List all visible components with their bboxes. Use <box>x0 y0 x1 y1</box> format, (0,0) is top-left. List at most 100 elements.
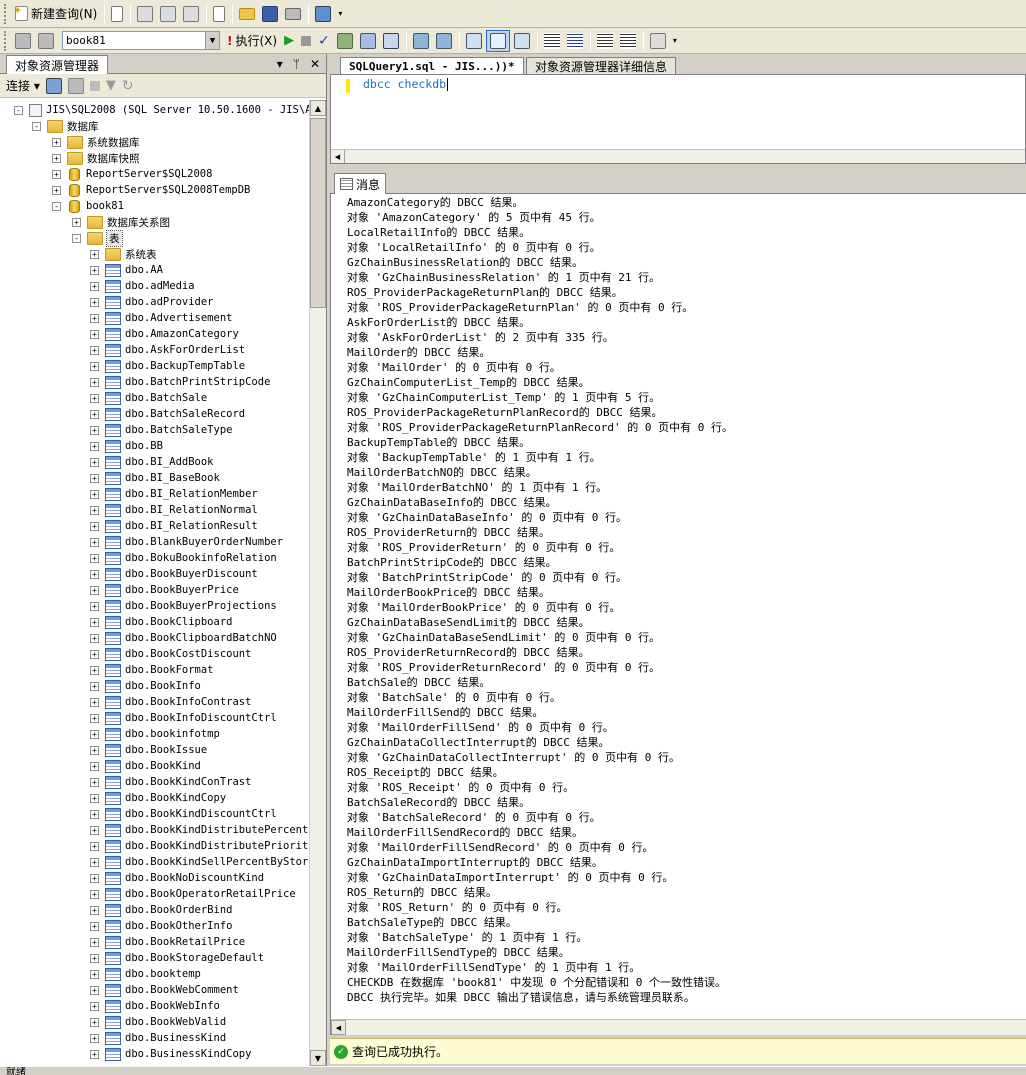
tree-node[interactable]: + dbo.BusinessKind <box>90 1030 226 1046</box>
expand-icon[interactable]: + <box>52 169 61 179</box>
comment-button[interactable] <box>541 30 563 52</box>
collapse-icon[interactable]: - <box>52 201 61 211</box>
print-button[interactable] <box>282 3 304 25</box>
tree-node[interactable]: + dbo.BookKind <box>90 758 201 774</box>
disconnect-server-icon[interactable] <box>67 77 84 94</box>
decrease-indent-button[interactable] <box>594 30 616 52</box>
expand-icon[interactable]: + <box>90 345 99 355</box>
results-to-text-button[interactable] <box>380 30 402 52</box>
tree-node[interactable]: + dbo.BookWebComment <box>90 982 239 998</box>
messages-hscrollbar[interactable]: ◀ <box>330 1019 1026 1035</box>
expand-icon[interactable]: + <box>90 393 99 403</box>
results-grid-button[interactable] <box>485 29 510 52</box>
new-file-button[interactable] <box>108 3 126 25</box>
expand-icon[interactable]: + <box>52 137 61 147</box>
tree-node[interactable]: + dbo.BookKindDiscountCtrl <box>90 806 277 822</box>
connect-dropdown[interactable]: 连接 ▾ <box>6 77 40 94</box>
tree-node[interactable]: + dbo.BokuBookinfoRelation <box>90 550 277 566</box>
expand-icon[interactable]: + <box>90 457 99 467</box>
expand-icon[interactable]: + <box>90 1033 99 1043</box>
save-button[interactable] <box>259 3 281 25</box>
parse-button[interactable]: ✓ <box>315 30 333 52</box>
expand-icon[interactable]: + <box>90 761 99 771</box>
expand-icon[interactable]: + <box>90 953 99 963</box>
expand-icon[interactable]: + <box>90 297 99 307</box>
expand-icon[interactable]: + <box>90 553 99 563</box>
new-item-button[interactable] <box>210 3 228 25</box>
expand-icon[interactable]: + <box>90 569 99 579</box>
tree-node[interactable]: + dbo.BatchPrintStripCode <box>90 374 270 390</box>
expand-icon[interactable]: + <box>90 777 99 787</box>
expand-icon[interactable]: + <box>90 585 99 595</box>
expand-icon[interactable]: + <box>90 281 99 291</box>
execute-button[interactable]: ! 执行(X) <box>224 30 280 52</box>
expand-icon[interactable]: + <box>90 313 99 323</box>
expand-icon[interactable]: + <box>90 745 99 755</box>
toolbar-grip[interactable] <box>4 3 8 24</box>
tree-node[interactable]: + dbo.BI_RelationResult <box>90 518 258 534</box>
expand-icon[interactable]: + <box>90 649 99 659</box>
tree-node[interactable]: + dbo.BookWebInfo <box>90 998 220 1014</box>
database-select[interactable]: book81 ▼ <box>62 31 220 50</box>
specify-values-button[interactable] <box>647 30 669 52</box>
disconnect-button[interactable] <box>35 30 57 52</box>
tree-node[interactable]: + dbo.BusinessKindCopy <box>90 1046 251 1062</box>
cancel-query-button[interactable] <box>298 30 314 52</box>
expand-icon[interactable]: + <box>90 905 99 915</box>
expand-icon[interactable]: + <box>90 841 99 851</box>
estimated-plan-button[interactable] <box>334 30 356 52</box>
expand-icon[interactable]: + <box>90 521 99 531</box>
expand-icon[interactable]: + <box>90 425 99 435</box>
tree-node[interactable]: + dbo.BookBuyerProjections <box>90 598 277 614</box>
tree-node[interactable]: + 数据库快照 <box>52 150 140 166</box>
tree-node[interactable]: + dbo.BookKindDistributePriority <box>90 838 310 854</box>
tree-node[interactable]: + dbo.BI_BaseBook <box>90 470 220 486</box>
expand-icon[interactable]: + <box>90 1049 99 1059</box>
expand-icon[interactable]: + <box>90 441 99 451</box>
tree-node[interactable]: + ReportServer$SQL2008 <box>52 166 212 182</box>
tab-object-explorer-details[interactable]: 对象资源管理器详细信息 <box>526 57 677 74</box>
collapse-icon[interactable]: - <box>14 105 23 115</box>
tree-node[interactable]: + dbo.BookRetailPrice <box>90 934 245 950</box>
scroll-down-icon[interactable]: ▼ <box>310 1050 326 1066</box>
tree-node[interactable]: + dbo.BookCostDiscount <box>90 646 251 662</box>
activity-monitor-button[interactable] <box>312 3 334 25</box>
tree-node[interactable]: + dbo.BookKindDistributePercent <box>90 822 308 838</box>
expand-icon[interactable]: + <box>90 633 99 643</box>
results-text-button[interactable] <box>463 30 485 52</box>
tree-node[interactable]: + dbo.BatchSaleType <box>90 422 232 438</box>
uncomment-button[interactable] <box>564 30 586 52</box>
tree-node[interactable]: + 数据库关系图 <box>72 214 170 230</box>
expand-icon[interactable]: + <box>90 889 99 899</box>
tree-node[interactable]: + dbo.BookNoDiscountKind <box>90 870 264 886</box>
expand-icon[interactable]: + <box>90 265 99 275</box>
expand-icon[interactable]: + <box>90 697 99 707</box>
tree-node[interactable]: + dbo.adProvider <box>90 294 214 310</box>
results-file-button[interactable] <box>511 30 533 52</box>
tree-node[interactable]: + dbo.BookKindConTrast <box>90 774 251 790</box>
expand-icon[interactable]: + <box>90 873 99 883</box>
expand-icon[interactable]: + <box>90 329 99 339</box>
expand-icon[interactable]: + <box>90 537 99 547</box>
tree-node[interactable]: + dbo.BookOperatorRetailPrice <box>90 886 296 902</box>
expand-icon[interactable]: + <box>90 361 99 371</box>
expand-icon[interactable]: + <box>90 969 99 979</box>
tree-node[interactable]: + dbo.BookIssue <box>90 742 207 758</box>
scroll-left-icon[interactable]: ◀ <box>331 150 345 163</box>
tree-node[interactable]: + dbo.BookBuyerPrice <box>90 582 239 598</box>
client-stats-button[interactable] <box>433 30 455 52</box>
expand-icon[interactable]: + <box>90 713 99 723</box>
new-query-button[interactable]: ✦ 新建查询(N) <box>12 3 100 25</box>
tree-node[interactable]: - 数据库 <box>32 118 99 134</box>
object-explorer-scrollbar[interactable]: ▲ ▼ <box>309 100 326 1066</box>
expand-icon[interactable]: + <box>90 985 99 995</box>
tree-node[interactable]: + dbo.AskForOrderList <box>90 342 245 358</box>
tree-node[interactable]: + dbo.BackupTempTable <box>90 358 245 374</box>
query-designer-button[interactable] <box>357 30 379 52</box>
query-text[interactable]: dbcc checkdb <box>363 77 448 91</box>
tab-messages[interactable]: 消息 <box>334 173 387 194</box>
tree-node[interactable]: + dbo.BookClipboardBatchNO <box>90 630 277 646</box>
tree-node[interactable]: + 系统表 <box>90 246 157 262</box>
tree-node[interactable]: + dbo.BookKindSellPercentByStorag <box>90 854 310 870</box>
tree-node[interactable]: + ReportServer$SQL2008TempDB <box>52 182 250 198</box>
